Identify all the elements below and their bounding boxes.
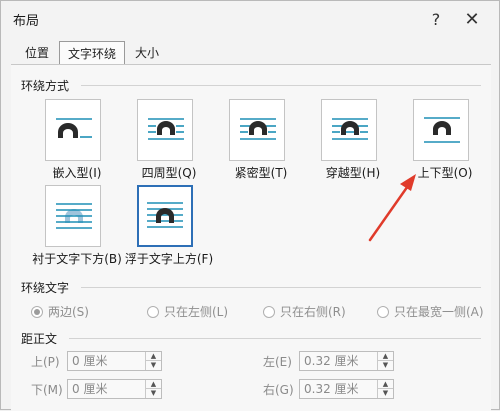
- wrap-option-label: 紧密型(T): [234, 166, 288, 180]
- section-divider: [69, 338, 481, 339]
- spin-up-icon[interactable]: ▲: [377, 352, 393, 361]
- radio-label: 只在左侧(L): [164, 305, 229, 319]
- distance-right-input[interactable]: 0.32 厘米 ▲ ▼: [299, 379, 394, 399]
- distance-bottom-row: 下(M) 0 厘米 ▲ ▼: [31, 379, 162, 399]
- distance-left-row: 左(E) 0.32 厘米 ▲ ▼: [263, 351, 394, 371]
- wrap-style-heading: 环绕方式: [21, 79, 70, 93]
- distance-right-row: 右(G) 0.32 厘米 ▲ ▼: [263, 379, 394, 399]
- spin-down-icon[interactable]: ▼: [377, 361, 393, 370]
- radio-largest-only[interactable]: 只在最宽一侧(A): [377, 303, 484, 320]
- section-divider: [81, 287, 481, 288]
- wrap-tight-icon: [229, 99, 285, 161]
- wrap-option-label: 衬于文字下方(B): [32, 252, 122, 266]
- tab-text-wrapping[interactable]: 文字环绕: [59, 41, 126, 65]
- dialog-titlebar: 布局 ? ✕: [1, 1, 499, 37]
- distance-bottom-label: 下(M): [31, 382, 63, 397]
- tab-strip: 位置 文字环绕 大小: [17, 41, 169, 65]
- distance-left-label: 左(E): [263, 354, 292, 369]
- wrap-option-label: 嵌入型(I): [52, 166, 102, 180]
- distance-top-row: 上(P) 0 厘米 ▲ ▼: [31, 351, 162, 371]
- tab-size[interactable]: 大小: [127, 41, 167, 63]
- wrap-inline-icon: [45, 99, 101, 161]
- radio-indicator: [147, 305, 159, 318]
- section-divider: [81, 85, 481, 86]
- radio-right-only[interactable]: 只在右侧(R): [263, 303, 346, 320]
- radio-left-only[interactable]: 只在左侧(L): [147, 303, 228, 320]
- dialog-title: 布局: [13, 14, 40, 29]
- radio-label: 只在右侧(R): [280, 305, 346, 319]
- radio-indicator: [263, 305, 275, 318]
- help-button[interactable]: ?: [423, 7, 449, 31]
- wrap-square-icon: [137, 99, 193, 161]
- spin-up-icon[interactable]: ▲: [377, 380, 393, 389]
- wrap-behind-text-icon: [45, 185, 101, 247]
- layout-dialog: 布局 ? ✕ 位置 文字环绕 大小 环绕方式 嵌入型(I) 四周型(Q) 紧密型…: [0, 0, 500, 411]
- distance-bottom-input[interactable]: 0 厘米 ▲ ▼: [67, 379, 162, 399]
- tab-panel: 环绕方式 嵌入型(I) 四周型(Q) 紧密型(T) 穿越型(H) 上下型(O) …: [11, 64, 491, 411]
- distance-bottom-value: 0 厘米: [72, 382, 108, 396]
- distance-top-label: 上(P): [31, 354, 60, 369]
- distance-top-input[interactable]: 0 厘米 ▲ ▼: [67, 351, 162, 371]
- close-button[interactable]: ✕: [459, 7, 485, 31]
- radio-label: 只在最宽一侧(A): [394, 305, 484, 319]
- distance-right-value: 0.32 厘米: [304, 382, 359, 396]
- spin-up-icon[interactable]: ▲: [145, 352, 161, 361]
- radio-indicator: [31, 305, 43, 318]
- radio-label: 两边(S): [48, 305, 89, 319]
- wrap-in-front-of-text-icon: [137, 185, 193, 247]
- spin-down-icon[interactable]: ▼: [145, 389, 161, 398]
- wrap-through-icon: [321, 99, 377, 161]
- wrap-text-heading: 环绕文字: [21, 281, 70, 295]
- spin-down-icon[interactable]: ▼: [377, 389, 393, 398]
- radio-both-sides[interactable]: 两边(S): [31, 303, 89, 320]
- distance-left-input[interactable]: 0.32 厘米 ▲ ▼: [299, 351, 394, 371]
- distance-top-value: 0 厘米: [72, 354, 108, 368]
- distance-heading: 距正文: [21, 332, 58, 346]
- distance-left-value: 0.32 厘米: [304, 354, 359, 368]
- wrap-option-label: 穿越型(H): [325, 166, 381, 180]
- spin-down-icon[interactable]: ▼: [145, 361, 161, 370]
- wrap-option-label: 四周型(Q): [141, 166, 197, 180]
- spin-up-icon[interactable]: ▲: [145, 380, 161, 389]
- wrap-option-label: 浮于文字上方(F): [124, 252, 214, 266]
- wrap-top-bottom-icon: [413, 99, 469, 161]
- radio-indicator: [377, 305, 389, 318]
- distance-right-label: 右(G): [263, 382, 294, 397]
- wrap-option-label: 上下型(O): [417, 166, 473, 180]
- tab-position[interactable]: 位置: [17, 41, 57, 63]
